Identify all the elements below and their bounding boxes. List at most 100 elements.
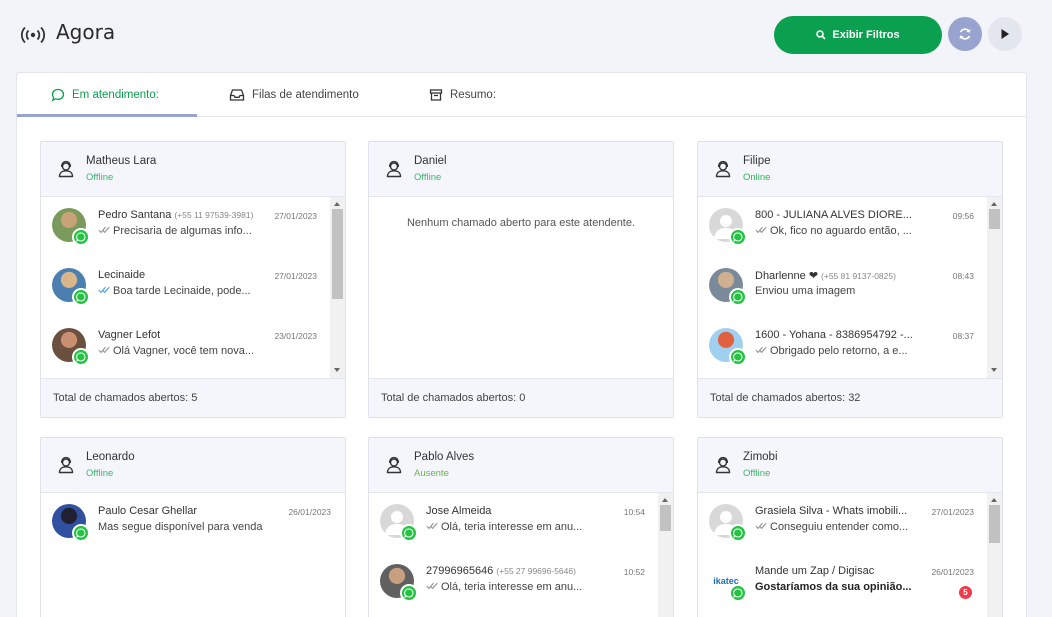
- headset-user-icon: [58, 456, 74, 474]
- headset-user-icon: [58, 160, 74, 178]
- scroll-up-arrow-icon[interactable]: [334, 202, 340, 206]
- chat-item[interactable]: 800 - JULIANA ALVES DIORE... 09:56 Ok, fic…: [698, 208, 988, 268]
- chat-list: Nenhum chamado aberto para este atendent…: [369, 197, 673, 378]
- contact-name-text: Lecinaide: [98, 269, 146, 281]
- agent-name: Filipe: [743, 155, 771, 167]
- refresh-button[interactable]: [948, 17, 982, 51]
- scroll-thumb[interactable]: [989, 209, 1000, 229]
- tab-summary-label: Resumo:: [450, 89, 497, 101]
- last-message: Precisaria de algumas info...: [98, 225, 252, 237]
- last-message: Olá Vagner, você tem nova...: [98, 345, 254, 357]
- chat-list: Paulo Cesar Ghellar 26/01/2023 Mas segue d…: [41, 493, 345, 617]
- scroll-thumb[interactable]: [660, 505, 671, 531]
- contact-name-text: 27996965646: [426, 565, 494, 577]
- tab-in-service[interactable]: Em atendimento:: [51, 73, 159, 117]
- chat-list: Grasiela Silva - Whats imobili... 27/01/2…: [698, 493, 1002, 617]
- contact-name-text: 1600 - Yohana - 8386954792 -...: [755, 329, 913, 341]
- chat-list: Jose Almeida 10:54 Olá, teria interesse em…: [369, 493, 673, 617]
- chat-list: 800 - JULIANA ALVES DIORE... 09:56 Ok, fic…: [698, 197, 1002, 378]
- contact-phone: (+55 81 9137-0825): [821, 271, 896, 281]
- chat-list-scrollbar[interactable]: [658, 493, 673, 617]
- chat-time: 26/01/2023: [931, 567, 974, 577]
- scroll-up-arrow-icon[interactable]: [662, 498, 668, 502]
- double-check-icon: [98, 225, 110, 237]
- chat-item[interactable]: Lecinaide 27/01/2023 Boa tarde Lecinaide, …: [41, 268, 331, 328]
- chat-item[interactable]: 27996965646 (+55 27 99696-5646) 10:52 Olá, …: [369, 564, 659, 617]
- agent-name: Daniel: [414, 155, 447, 167]
- last-message-text: Enviou uma imagem: [755, 285, 856, 297]
- scroll-thumb[interactable]: [332, 209, 343, 299]
- whatsapp-icon: [729, 584, 747, 602]
- broadcast-icon: [21, 26, 45, 44]
- chat-time: 08:37: [952, 331, 974, 341]
- chat-item[interactable]: Vagner Lefot 23/01/2023 Olá Vagner, você t…: [41, 328, 331, 388]
- scroll-up-arrow-icon[interactable]: [991, 202, 997, 206]
- contact-name: Vagner Lefot: [98, 329, 160, 341]
- tab-service-queues-label: Filas de atendimento: [252, 89, 359, 101]
- chat-item[interactable]: 1600 - Yohana - 8386954792 -... 08:37 Obri…: [698, 328, 988, 388]
- chat-item[interactable]: Pedro Santana (+55 11 97539-3981) 27/01/20…: [41, 208, 331, 268]
- chat-time: 08:43: [952, 271, 974, 281]
- last-message: Boa tarde Lecinaide, pode...: [98, 285, 251, 297]
- last-message-text: Mas segue disponível para venda: [98, 521, 263, 533]
- last-message-text: Conseguiu entender como...: [770, 521, 909, 533]
- last-message: Conseguiu entender como...: [755, 521, 908, 533]
- last-message: Ok, fico no aguardo então, ...: [755, 225, 912, 237]
- show-filters-button[interactable]: Exibir Filtros: [774, 16, 942, 54]
- last-message-text: Olá Vagner, você tem nova...: [113, 345, 255, 357]
- chat-bubble-icon: [51, 88, 65, 102]
- last-message: Enviou uma imagem: [755, 285, 855, 297]
- play-icon: [1001, 29, 1009, 39]
- contact-name-text: Pedro Santana: [98, 209, 172, 221]
- chat-list-scrollbar[interactable]: [987, 493, 1002, 617]
- chat-time: 09:56: [952, 211, 974, 221]
- archive-icon: [429, 89, 443, 101]
- agent-status: Offline: [743, 468, 771, 479]
- contact-name-text: Jose Almeida: [426, 505, 492, 517]
- contact-name-text: Grasiela Silva - Whats imobili...: [755, 505, 908, 517]
- scroll-up-arrow-icon[interactable]: [991, 498, 997, 502]
- agent-card-header: Filipe Online: [698, 142, 1002, 197]
- contact-name-text: Vagner Lefot: [98, 329, 161, 341]
- last-message-text: Boa tarde Lecinaide, pode...: [113, 285, 251, 297]
- contact-name-text: 800 - JULIANA ALVES DIORE...: [755, 209, 912, 221]
- contact-name: Jose Almeida: [426, 505, 491, 517]
- whatsapp-icon: [72, 288, 90, 306]
- chat-item[interactable]: ikatec Mande um Zap / Digisac 26/01/2023 Go…: [698, 564, 988, 617]
- chat-time: 10:52: [623, 567, 645, 577]
- scroll-down-arrow-icon[interactable]: [991, 368, 997, 372]
- tab-summary[interactable]: Resumo:: [429, 73, 496, 117]
- chat-time: 10:54: [623, 507, 645, 517]
- chat-list-scrollbar[interactable]: [987, 197, 1002, 378]
- double-check-icon: [426, 521, 438, 533]
- chat-item[interactable]: Dharlenne ❤ (+55 81 9137-0825) 08:43 Enviou…: [698, 268, 988, 328]
- last-message-text: Olá, teria interesse em anu...: [441, 521, 583, 533]
- play-button[interactable]: [988, 17, 1022, 51]
- scroll-down-arrow-icon[interactable]: [334, 368, 340, 372]
- chat-list-scrollbar[interactable]: [330, 197, 345, 378]
- last-message-text: Gostaríamos da sua opinião...: [755, 581, 912, 593]
- double-check-icon: [755, 225, 767, 237]
- scroll-thumb[interactable]: [989, 505, 1000, 543]
- chat-item[interactable]: Paulo Cesar Ghellar 26/01/2023 Mas segue d…: [41, 504, 345, 564]
- contact-phone: (+55 11 97539-3981): [174, 210, 254, 220]
- double-check-icon: [755, 345, 767, 357]
- agent-card: Daniel Offline Nenhum chamado aberto para …: [368, 141, 674, 418]
- contact-name: Paulo Cesar Ghellar: [98, 505, 197, 517]
- last-message-text: Obrigado pelo retorno, a e...: [770, 345, 908, 357]
- agent-card: Pablo Alves Ausente Jose Almeida 10:54 Olá, …: [368, 437, 674, 617]
- agent-status: Offline: [414, 172, 442, 183]
- chat-item[interactable]: Grasiela Silva - Whats imobili... 27/01/2…: [698, 504, 988, 564]
- tab-service-queues[interactable]: Filas de atendimento: [229, 73, 359, 117]
- double-check-icon: [426, 581, 438, 593]
- whatsapp-icon: [72, 228, 90, 246]
- contact-name: 27996965646 (+55 27 99696-5646): [426, 565, 576, 577]
- whatsapp-icon: [72, 524, 90, 542]
- agent-card-header: Matheus Lara Offline: [41, 142, 345, 197]
- headset-user-icon: [386, 160, 402, 178]
- chat-item[interactable]: Jose Almeida 10:54 Olá, teria interesse em…: [369, 504, 659, 564]
- agent-name: Zimobi: [743, 451, 778, 463]
- chat-time: 27/01/2023: [274, 211, 317, 221]
- agent-name: Pablo Alves: [414, 451, 475, 463]
- agent-card-header: Leonardo Offline: [41, 438, 345, 493]
